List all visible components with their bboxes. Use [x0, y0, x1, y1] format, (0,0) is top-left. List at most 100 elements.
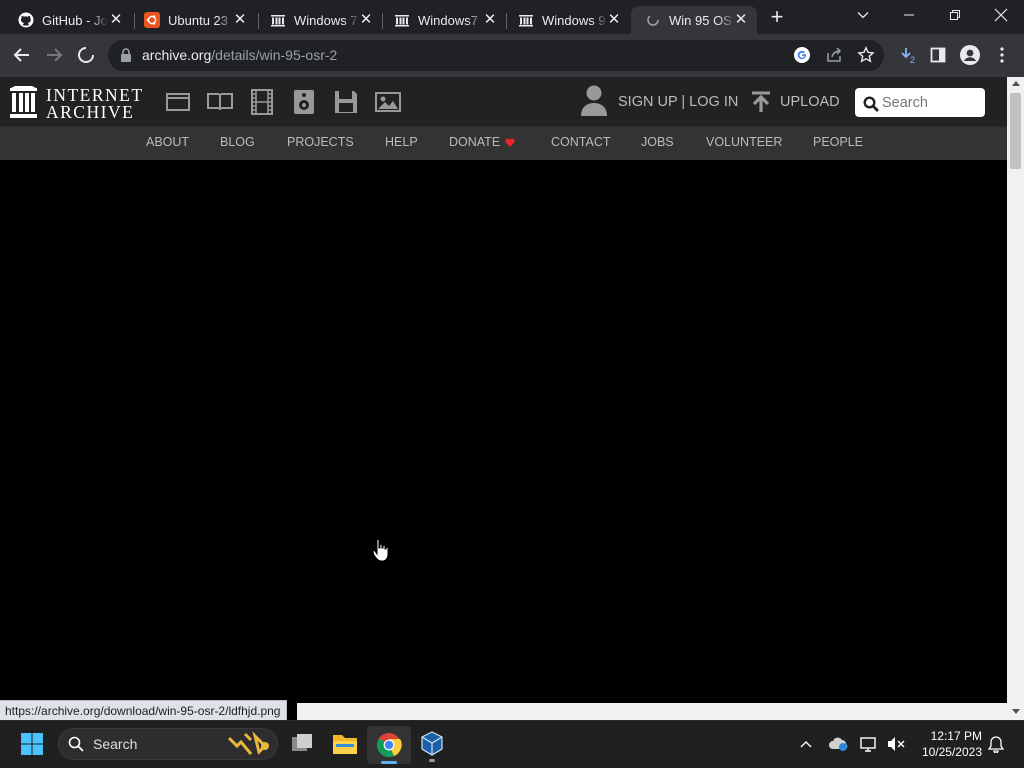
- tab-win-95-osr[interactable]: Win 95 OS ✕: [631, 6, 757, 34]
- tab-title: Ubuntu 23: [168, 12, 228, 28]
- nav-help[interactable]: HELP: [385, 135, 418, 149]
- network-icon[interactable]: [860, 736, 878, 752]
- nav-volunteer[interactable]: VOLUNTEER: [706, 135, 782, 149]
- nav-donate[interactable]: DONATE: [449, 135, 500, 149]
- tab-search-button[interactable]: [840, 0, 886, 30]
- minimize-button[interactable]: [886, 0, 932, 30]
- task-view-button[interactable]: [289, 731, 315, 757]
- chrome-icon: [377, 733, 402, 758]
- restore-button[interactable]: [932, 0, 978, 30]
- onedrive-icon[interactable]: [828, 736, 850, 752]
- close-tab-icon[interactable]: ✕: [108, 12, 124, 28]
- nav-jobs[interactable]: JOBS: [641, 135, 674, 149]
- scroll-up-arrow-icon[interactable]: [1011, 80, 1021, 88]
- taskbar-search-label: Search: [93, 736, 138, 752]
- signup-login-link[interactable]: SIGN UP | LOG IN: [618, 94, 738, 110]
- kebab-menu-icon: [1000, 47, 1004, 63]
- ia-search-input[interactable]: [882, 93, 978, 113]
- back-button[interactable]: [8, 41, 36, 69]
- internet-archive-icon: [10, 86, 37, 118]
- close-tab-icon[interactable]: ✕: [482, 12, 498, 28]
- nav-blog[interactable]: BLOG: [220, 135, 255, 149]
- close-tab-icon[interactable]: ✕: [606, 12, 622, 28]
- forward-button[interactable]: [40, 41, 68, 69]
- file-explorer-button[interactable]: [331, 731, 359, 757]
- stop-loading-button[interactable]: [72, 41, 100, 69]
- restore-icon: [950, 10, 960, 20]
- tab-windows7[interactable]: Windows7 ✕: [380, 6, 506, 34]
- taskbar-search[interactable]: Search: [58, 728, 278, 760]
- browser-menu-button[interactable]: [988, 41, 1016, 69]
- item-viewer[interactable]: [0, 160, 1007, 703]
- star-icon: [857, 46, 875, 63]
- avatar-icon[interactable]: [580, 84, 608, 116]
- upload-link[interactable]: UPLOAD: [780, 94, 840, 110]
- ia-search-box[interactable]: [855, 88, 985, 117]
- tab-title: Windows 9: [542, 12, 606, 28]
- nav-people[interactable]: PEOPLE: [813, 135, 863, 149]
- download-count-badge: 2: [910, 55, 916, 65]
- chevron-down-icon: [857, 12, 869, 19]
- video-icon[interactable]: [249, 89, 275, 115]
- new-tab-button[interactable]: +: [765, 5, 789, 29]
- nav-projects[interactable]: PROJECTS: [287, 135, 354, 149]
- web-icon[interactable]: [165, 89, 191, 115]
- minimize-icon: [904, 14, 914, 16]
- virtualbox-icon: [421, 731, 443, 756]
- close-tab-icon[interactable]: ✕: [733, 12, 749, 28]
- hand-cursor-icon: [372, 538, 389, 562]
- profile-icon: [960, 45, 980, 65]
- internet-archive-icon: [518, 12, 534, 28]
- horizontal-scrollbar[interactable]: [297, 703, 1007, 720]
- back-arrow-icon: [13, 48, 29, 62]
- notification-bell-icon[interactable]: [988, 736, 1004, 753]
- ubuntu-icon: [144, 12, 160, 28]
- vertical-scrollbar[interactable]: [1007, 77, 1024, 720]
- search-highlight-icon: [227, 732, 269, 755]
- url-text[interactable]: archive.org/details/win-95-osr-2: [142, 47, 337, 63]
- images-icon[interactable]: [375, 89, 401, 115]
- tab-strip: GitHub - Jo ✕ Ubuntu 23 ✕ Windows 7 ✕ Wi…: [0, 0, 1024, 34]
- scroll-down-arrow-icon[interactable]: [1011, 707, 1021, 715]
- start-icon: [21, 733, 43, 755]
- tab-ubuntu[interactable]: Ubuntu 23 ✕: [130, 6, 256, 34]
- tab-windows-7[interactable]: Windows 7 ✕: [256, 6, 382, 34]
- url-path: /details/win-95-osr-2: [211, 47, 338, 63]
- search-icon: [68, 736, 84, 752]
- heart-icon: [505, 138, 515, 147]
- file-explorer-icon: [333, 735, 357, 754]
- search-icon: [863, 96, 879, 112]
- share-button[interactable]: [820, 41, 848, 69]
- internet-archive-icon: [394, 12, 410, 28]
- nav-about[interactable]: ABOUT: [146, 135, 189, 149]
- bookmark-button[interactable]: [852, 41, 880, 69]
- texts-icon[interactable]: [207, 89, 233, 115]
- github-icon: [18, 12, 34, 28]
- profile-button[interactable]: [956, 41, 984, 69]
- google-lens-button[interactable]: [788, 41, 816, 69]
- tab-windows-9[interactable]: Windows 9 ✕: [504, 6, 630, 34]
- chevron-up-icon[interactable]: [799, 738, 813, 750]
- clock[interactable]: 12:17 PM 10/25/2023: [912, 728, 982, 762]
- tab-title: GitHub - Jo: [42, 12, 108, 28]
- side-panel-icon: [930, 47, 946, 63]
- close-window-button[interactable]: [978, 0, 1024, 30]
- scrollbar-thumb[interactable]: [1010, 93, 1021, 169]
- software-icon[interactable]: [333, 89, 359, 115]
- side-panel-button[interactable]: [924, 41, 952, 69]
- close-icon: [994, 8, 1008, 22]
- volume-muted-icon[interactable]: [887, 736, 905, 752]
- downloads-button[interactable]: 2: [893, 41, 921, 69]
- nav-contact[interactable]: CONTACT: [551, 135, 611, 149]
- close-tab-icon[interactable]: ✕: [232, 12, 248, 28]
- task-view-icon: [292, 734, 312, 751]
- chrome-taskbar-button[interactable]: [367, 726, 411, 764]
- virtualbox-button[interactable]: [418, 730, 446, 762]
- close-tab-icon[interactable]: ✕: [358, 12, 374, 28]
- ia-logo[interactable]: INTERNET ARCHIVE: [9, 85, 145, 122]
- tab-github[interactable]: GitHub - Jo ✕: [4, 6, 132, 34]
- lock-icon[interactable]: [120, 48, 132, 62]
- audio-icon[interactable]: [291, 89, 317, 115]
- start-button[interactable]: [20, 732, 44, 756]
- upload-icon[interactable]: [750, 91, 772, 113]
